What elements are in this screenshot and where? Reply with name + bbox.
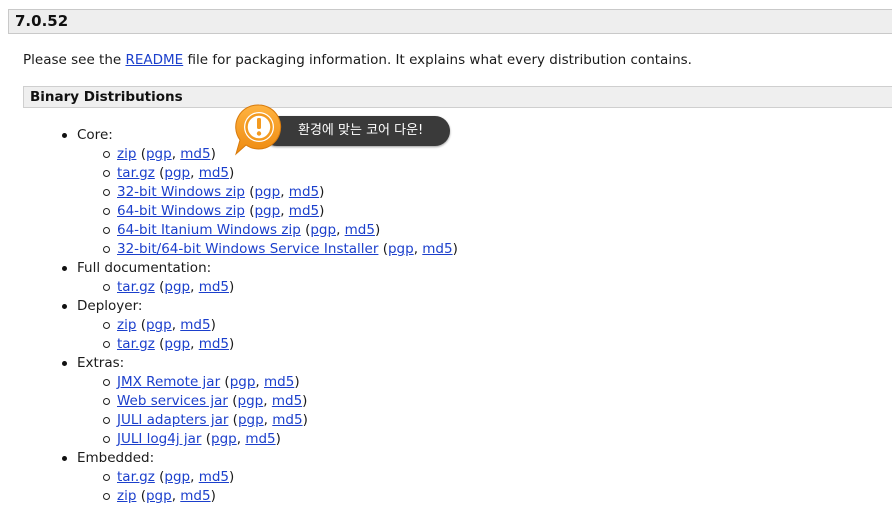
version-header: 7.0.52 — [8, 9, 892, 34]
pgp-link[interactable]: pgp — [230, 374, 256, 390]
md5-link[interactable]: md5 — [199, 279, 229, 295]
download-list: zip (pgp, md5) tar.gz (pgp, md5) 32-bit … — [77, 145, 458, 259]
group-label: Embedded: — [77, 450, 155, 466]
download-item: Web services jar (pgp, md5) — [103, 392, 458, 411]
md5-link[interactable]: md5 — [180, 146, 210, 162]
download-item: JMX Remote jar (pgp, md5) — [103, 373, 458, 392]
download-link[interactable]: JMX Remote jar — [117, 374, 220, 390]
group-label: Core: — [77, 127, 113, 143]
group-label: Extras: — [77, 355, 125, 371]
download-link[interactable]: 32-bit Windows zip — [117, 184, 245, 200]
exclamation-icon — [232, 102, 286, 156]
md5-link[interactable]: md5 — [289, 184, 319, 200]
callout-text: 환경에 맞는 코어 다운! — [298, 123, 424, 138]
download-list: zip (pgp, md5) tar.gz (pgp, md5) — [77, 316, 458, 354]
group-full-documentation: Full documentation: tar.gz (pgp, md5) — [62, 259, 458, 297]
download-link[interactable]: zip — [117, 146, 136, 162]
pgp-link[interactable]: pgp — [388, 241, 414, 257]
download-item: 32-bit Windows zip (pgp, md5) — [103, 183, 458, 202]
pgp-link[interactable]: pgp — [164, 336, 190, 352]
download-item: tar.gz (pgp, md5) — [103, 278, 458, 297]
group-extras: Extras: JMX Remote jar (pgp, md5) Web se… — [62, 354, 458, 449]
pgp-link[interactable]: pgp — [238, 412, 264, 428]
download-link[interactable]: 32-bit/64-bit Windows Service Installer — [117, 241, 378, 257]
md5-link[interactable]: md5 — [199, 165, 229, 181]
download-link[interactable]: tar.gz — [117, 279, 155, 295]
md5-link[interactable]: md5 — [289, 203, 319, 219]
md5-link[interactable]: md5 — [272, 393, 302, 409]
download-item: 64-bit Itanium Windows zip (pgp, md5) — [103, 221, 458, 240]
md5-link[interactable]: md5 — [199, 469, 229, 485]
pgp-link[interactable]: pgp — [146, 488, 172, 504]
group-deployer: Deployer: zip (pgp, md5) tar.gz (pgp, md… — [62, 297, 458, 354]
md5-link[interactable]: md5 — [245, 431, 275, 447]
download-item: JULI log4j jar (pgp, md5) — [103, 430, 458, 449]
intro-text: Please see the README file for packaging… — [23, 51, 692, 69]
download-item: tar.gz (pgp, md5) — [103, 335, 458, 354]
md5-link[interactable]: md5 — [264, 374, 294, 390]
distribution-groups: Core: zip (pgp, md5) tar.gz (pgp, md5) 3… — [62, 126, 458, 506]
download-link[interactable]: JULI adapters jar — [117, 412, 228, 428]
md5-link[interactable]: md5 — [422, 241, 452, 257]
download-item: JULI adapters jar (pgp, md5) — [103, 411, 458, 430]
pgp-link[interactable]: pgp — [164, 165, 190, 181]
pgp-link[interactable]: pgp — [254, 184, 280, 200]
pgp-link[interactable]: pgp — [211, 431, 237, 447]
pgp-link[interactable]: pgp — [254, 203, 280, 219]
download-item: zip (pgp, md5) — [103, 316, 458, 335]
download-link[interactable]: tar.gz — [117, 469, 155, 485]
md5-link[interactable]: md5 — [345, 222, 375, 238]
download-item: tar.gz (pgp, md5) — [103, 164, 458, 183]
section-header-binary-distributions: Binary Distributions — [23, 86, 892, 108]
download-link[interactable]: Web services jar — [117, 393, 228, 409]
md5-link[interactable]: md5 — [180, 317, 210, 333]
download-link[interactable]: 64-bit Windows zip — [117, 203, 245, 219]
download-link[interactable]: zip — [117, 488, 136, 504]
md5-link[interactable]: md5 — [180, 488, 210, 504]
download-item: zip (pgp, md5) — [103, 145, 458, 164]
group-label: Deployer: — [77, 298, 143, 314]
download-item: zip (pgp, md5) — [103, 487, 458, 506]
readme-link[interactable]: README — [125, 52, 183, 68]
download-link[interactable]: JULI log4j jar — [117, 431, 201, 447]
callout-bubble: 환경에 맞는 코어 다운! — [262, 116, 450, 146]
intro-text-after: file for packaging information. It expla… — [183, 52, 692, 68]
md5-link[interactable]: md5 — [199, 336, 229, 352]
pgp-link[interactable]: pgp — [310, 222, 336, 238]
pgp-link[interactable]: pgp — [164, 279, 190, 295]
download-link[interactable]: 64-bit Itanium Windows zip — [117, 222, 301, 238]
pgp-link[interactable]: pgp — [146, 146, 172, 162]
intro-text-before: Please see the — [23, 52, 126, 68]
download-link[interactable]: tar.gz — [117, 165, 155, 181]
pgp-link[interactable]: pgp — [238, 393, 264, 409]
download-list: tar.gz (pgp, md5) zip (pgp, md5) — [77, 468, 458, 506]
group-label: Full documentation: — [77, 260, 212, 276]
download-item: 32-bit/64-bit Windows Service Installer … — [103, 241, 458, 257]
download-link[interactable]: zip — [117, 317, 136, 333]
download-item: tar.gz (pgp, md5) — [103, 468, 458, 487]
download-list: tar.gz (pgp, md5) — [77, 278, 458, 297]
download-item: 64-bit Windows zip (pgp, md5) — [103, 202, 458, 221]
pgp-link[interactable]: pgp — [164, 469, 190, 485]
download-list: JMX Remote jar (pgp, md5) Web services j… — [77, 373, 458, 449]
group-embedded: Embedded: tar.gz (pgp, md5) zip (pgp, md… — [62, 449, 458, 506]
download-link[interactable]: tar.gz — [117, 336, 155, 352]
pgp-link[interactable]: pgp — [146, 317, 172, 333]
md5-link[interactable]: md5 — [272, 412, 302, 428]
